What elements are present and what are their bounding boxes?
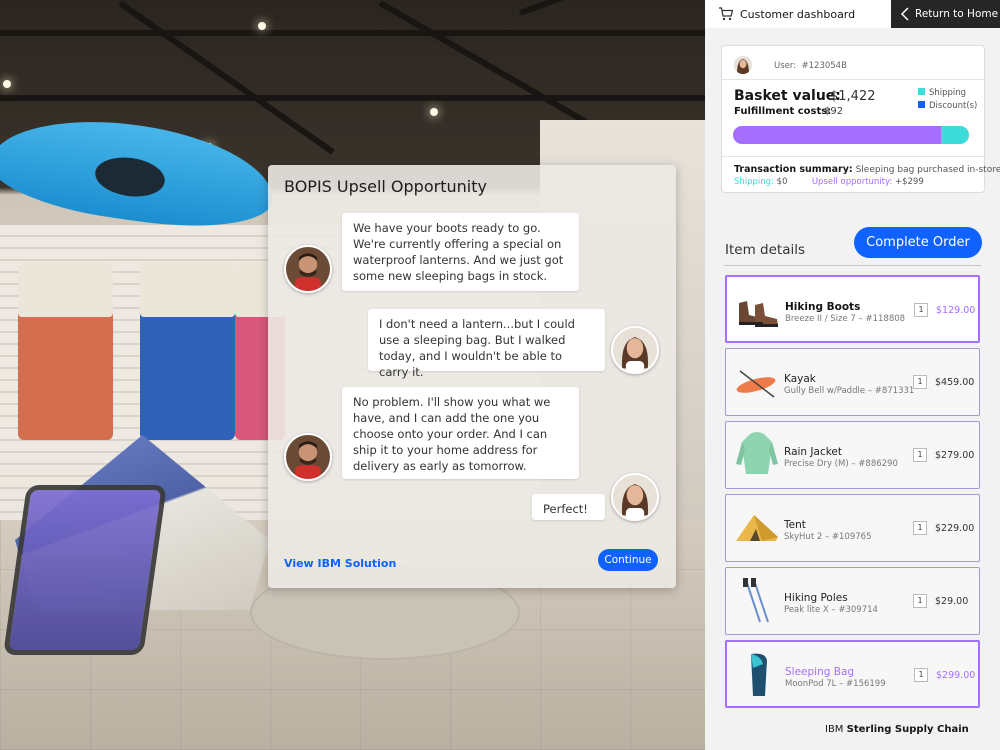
fulfillment-costs-label: Fulfillment costs: [734,106,832,117]
item-quantity[interactable]: 1 [913,375,927,389]
footer-brand: IBM Sterling Supply Chain [825,724,969,735]
item-price: $229.00 [935,523,975,534]
item-price: $279.00 [935,450,975,461]
customer-avatar [611,473,659,521]
item-name: Kayak [784,373,816,385]
associate-avatar [284,245,332,293]
sleeping-bag-icon [733,650,783,700]
fulfillment-costs-value: $92 [824,106,844,117]
item-card-hiking-boots[interactable]: Hiking Boots Breeze II / Size 7 – #11880… [725,275,980,343]
item-price: $29.00 [935,596,969,607]
chat-message-2: I don't need a lantern...but I could use… [368,309,605,379]
chat-title: BOPIS Upsell Opportunity [284,177,487,196]
return-home-wrapper: Return to Home [891,0,1000,28]
basket-value-label: Basket value: [734,88,841,104]
item-price: $459.00 [935,377,975,388]
customer-dashboard-panel: Customer dashboard Return to Home User: … [705,0,1000,750]
item-card-rain-jacket[interactable]: Rain Jacket Precise Dry (M) – #886290 1 … [725,421,980,489]
item-detail: MoonPod 7L – #156199 [785,679,886,689]
chat-message-4: Perfect! [532,494,605,520]
chevron-left-icon [900,7,909,21]
item-name: Sleeping Bag [785,666,855,678]
item-quantity[interactable]: 1 [914,303,928,317]
item-name: Rain Jacket [784,446,842,458]
basket-summary-card: User: #123054B Basket value: $1,422 Fulf… [721,45,1000,193]
kayak-icon [732,357,782,407]
item-quantity[interactable]: 1 [914,668,928,682]
item-details-title: Item details [725,242,805,258]
item-name: Hiking Boots [785,301,861,313]
user-id: User: #123054B [774,61,847,71]
jacket-icon [732,430,782,480]
item-price: $299.00 [936,670,976,681]
user-avatar [734,56,752,74]
item-quantity[interactable]: 1 [913,521,927,535]
dashboard-title: Customer dashboard [740,8,856,21]
item-card-kayak[interactable]: Kayak Gully Bell w/Paddle – #871331 1 $4… [725,348,980,416]
shipping-swatch [918,88,925,95]
legend-shipping: Shipping [918,88,966,98]
dashboard-header: Customer dashboard Return to Home [705,0,1000,28]
item-card-sleeping-bag[interactable]: Sleeping Bag MoonPod 7L – #156199 1 $299… [725,640,980,708]
basket-bar-primary [733,126,941,144]
chat-dialog: BOPIS Upsell Opportunity We have your bo… [268,165,676,588]
item-quantity[interactable]: 1 [913,594,927,608]
chat-message-1: We have your boots ready to go. We're cu… [342,213,579,291]
chat-message-3: No problem. I'll show you what we have, … [342,387,579,479]
item-detail: Peak lite X – #309714 [784,605,878,615]
item-detail: Gully Bell w/Paddle – #871331 [784,386,915,396]
item-detail: Precise Dry (M) – #886290 [784,459,898,469]
item-name: Hiking Poles [784,592,848,604]
item-name: Tent [784,519,806,531]
basket-progress-bar [733,126,969,144]
basket-value: $1,422 [830,89,876,104]
item-card-hiking-poles[interactable]: Hiking Poles Peak lite X – #309714 1 $29… [725,567,980,635]
shipping-upsell-line: Shipping: $0 Upsell opportunity: +$299 [734,177,924,187]
complete-order-button[interactable]: Complete Order [854,227,982,258]
continue-button[interactable]: Continue [598,549,658,571]
basket-bar-shipping [940,126,969,144]
tent-icon [732,503,782,553]
item-card-tent[interactable]: Tent SkyHut 2 – #109765 1 $229.00 [725,494,980,562]
boots-icon [733,285,783,335]
transaction-summary: Transaction summary: Sleeping bag purcha… [734,164,1000,175]
cart-icon [719,7,734,21]
poles-icon [732,576,782,626]
view-ibm-solution-link[interactable]: View IBM Solution [284,557,396,570]
item-detail: Breeze II / Size 7 – #118808 [785,314,906,324]
legend-discounts: Discount(s) [918,101,977,111]
item-price: $129.00 [936,305,976,316]
item-quantity[interactable]: 1 [913,448,927,462]
associate-avatar [284,433,332,481]
discount-swatch [918,101,925,108]
customer-avatar [611,326,659,374]
camp-chair [3,485,167,655]
item-detail: SkyHut 2 – #109765 [784,532,872,542]
